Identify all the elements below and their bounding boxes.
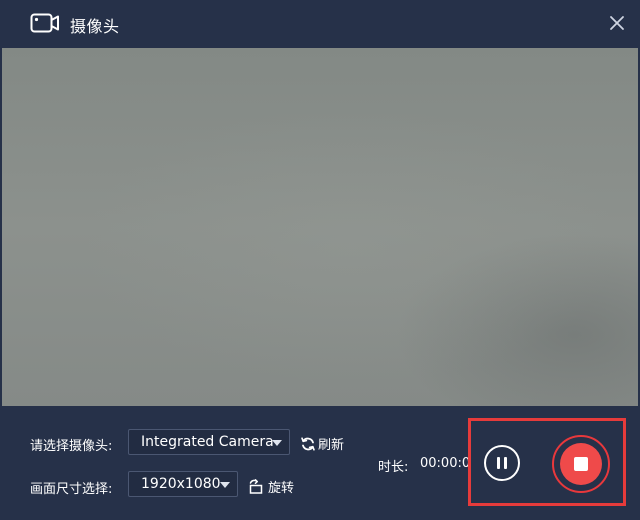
size-select-label: 画面尺寸选择: bbox=[30, 482, 113, 497]
chevron-down-icon bbox=[220, 482, 230, 488]
title-bar: 摄像头 bbox=[0, 0, 640, 46]
rotate-button[interactable]: 旋转 bbox=[248, 477, 294, 496]
refresh-button[interactable]: 刷新 bbox=[300, 434, 344, 453]
duration-value: 00:00:0 bbox=[420, 456, 471, 471]
stop-button[interactable] bbox=[552, 435, 610, 493]
refresh-icon bbox=[301, 437, 315, 451]
refresh-label: 刷新 bbox=[318, 438, 345, 453]
size-select-value: 1920x1080 bbox=[141, 476, 221, 492]
close-icon[interactable] bbox=[606, 12, 628, 34]
pause-button[interactable] bbox=[484, 445, 520, 481]
camera-select[interactable]: Integrated Camera bbox=[128, 429, 290, 455]
camera-select-value: Integrated Camera bbox=[141, 434, 274, 450]
camera-select-label: 请选择摄像头: bbox=[30, 439, 113, 454]
rotate-label: 旋转 bbox=[268, 481, 295, 496]
camera-preview bbox=[2, 48, 638, 406]
video-camera-icon bbox=[30, 13, 59, 33]
duration-label: 时长: bbox=[378, 460, 409, 475]
window-title: 摄像头 bbox=[70, 17, 120, 36]
chevron-down-icon bbox=[272, 440, 282, 446]
size-select[interactable]: 1920x1080 bbox=[128, 471, 238, 497]
rotate-icon bbox=[249, 479, 263, 494]
stop-icon bbox=[560, 443, 602, 485]
